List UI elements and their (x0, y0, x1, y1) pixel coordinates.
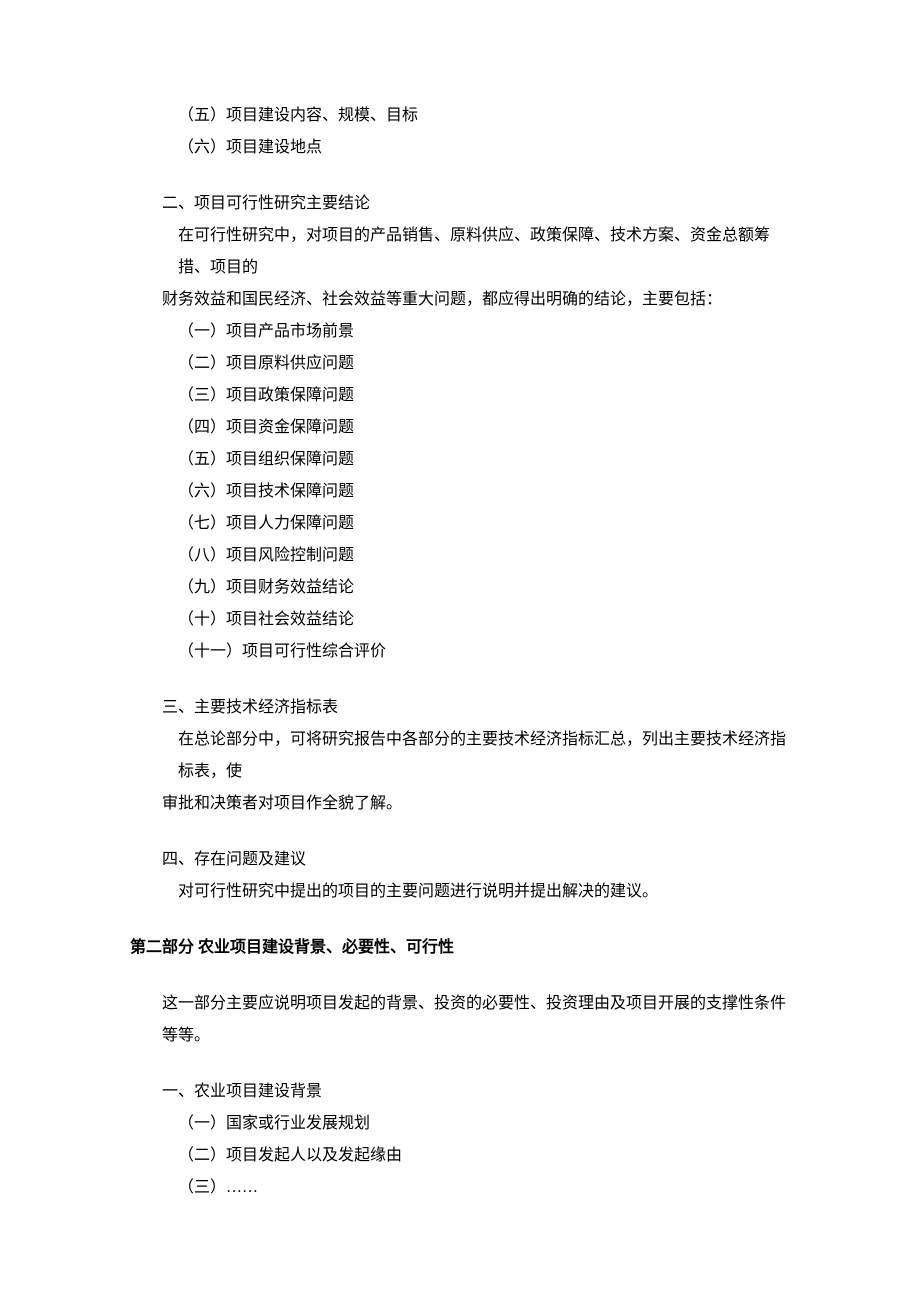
spacer (130, 964, 790, 988)
spacer (130, 908, 790, 932)
paragraph: 审批和决策者对项目作全貌了解。 (130, 788, 790, 820)
list-item: （二）项目发起人以及发起缘由 (130, 1140, 790, 1172)
spacer (130, 820, 790, 844)
paragraph: 在可行性研究中，对项目的产品销售、原料供应、政策保障、技术方案、资金总额筹措、项… (130, 220, 790, 284)
list-item: （三）项目政策保障问题 (130, 380, 790, 412)
document-body: （五）项目建设内容、规模、目标 （六）项目建设地点 二、项目可行性研究主要结论 … (130, 100, 790, 1204)
spacer (130, 164, 790, 188)
paragraph: 在总论部分中，可将研究报告中各部分的主要技术经济指标汇总，列出主要技术经济指标表… (130, 724, 790, 788)
list-item: （九）项目财务效益结论 (130, 572, 790, 604)
list-item: （六）项目建设地点 (130, 132, 790, 164)
list-item: （四）项目资金保障问题 (130, 412, 790, 444)
list-item: （六）项目技术保障问题 (130, 476, 790, 508)
list-item: （八）项目风险控制问题 (130, 540, 790, 572)
section-heading: 四、存在问题及建议 (130, 844, 790, 876)
section-heading: 一、农业项目建设背景 (130, 1076, 790, 1108)
paragraph: 对可行性研究中提出的项目的主要问题进行说明并提出解决的建议。 (130, 876, 790, 908)
paragraph: 这一部分主要应说明项目发起的背景、投资的必要性、投资理由及项目开展的支撑性条件等… (130, 988, 790, 1052)
section-heading: 三、主要技术经济指标表 (130, 692, 790, 724)
paragraph: 财务效益和国民经济、社会效益等重大问题，都应得出明确的结论，主要包括： (130, 284, 790, 316)
spacer (130, 1052, 790, 1076)
spacer (130, 668, 790, 692)
list-item: （三）…… (130, 1172, 790, 1204)
list-item: （二）项目原料供应问题 (130, 348, 790, 380)
section-heading: 二、项目可行性研究主要结论 (130, 188, 790, 220)
part-title: 第二部分 农业项目建设背景、必要性、可行性 (130, 932, 790, 964)
list-item: （一）项目产品市场前景 (130, 316, 790, 348)
list-item: （一）国家或行业发展规划 (130, 1108, 790, 1140)
list-item: （十一）项目可行性综合评价 (130, 636, 790, 668)
list-item: （五）项目建设内容、规模、目标 (130, 100, 790, 132)
list-item: （十）项目社会效益结论 (130, 604, 790, 636)
list-item: （七）项目人力保障问题 (130, 508, 790, 540)
list-item: （五）项目组织保障问题 (130, 444, 790, 476)
